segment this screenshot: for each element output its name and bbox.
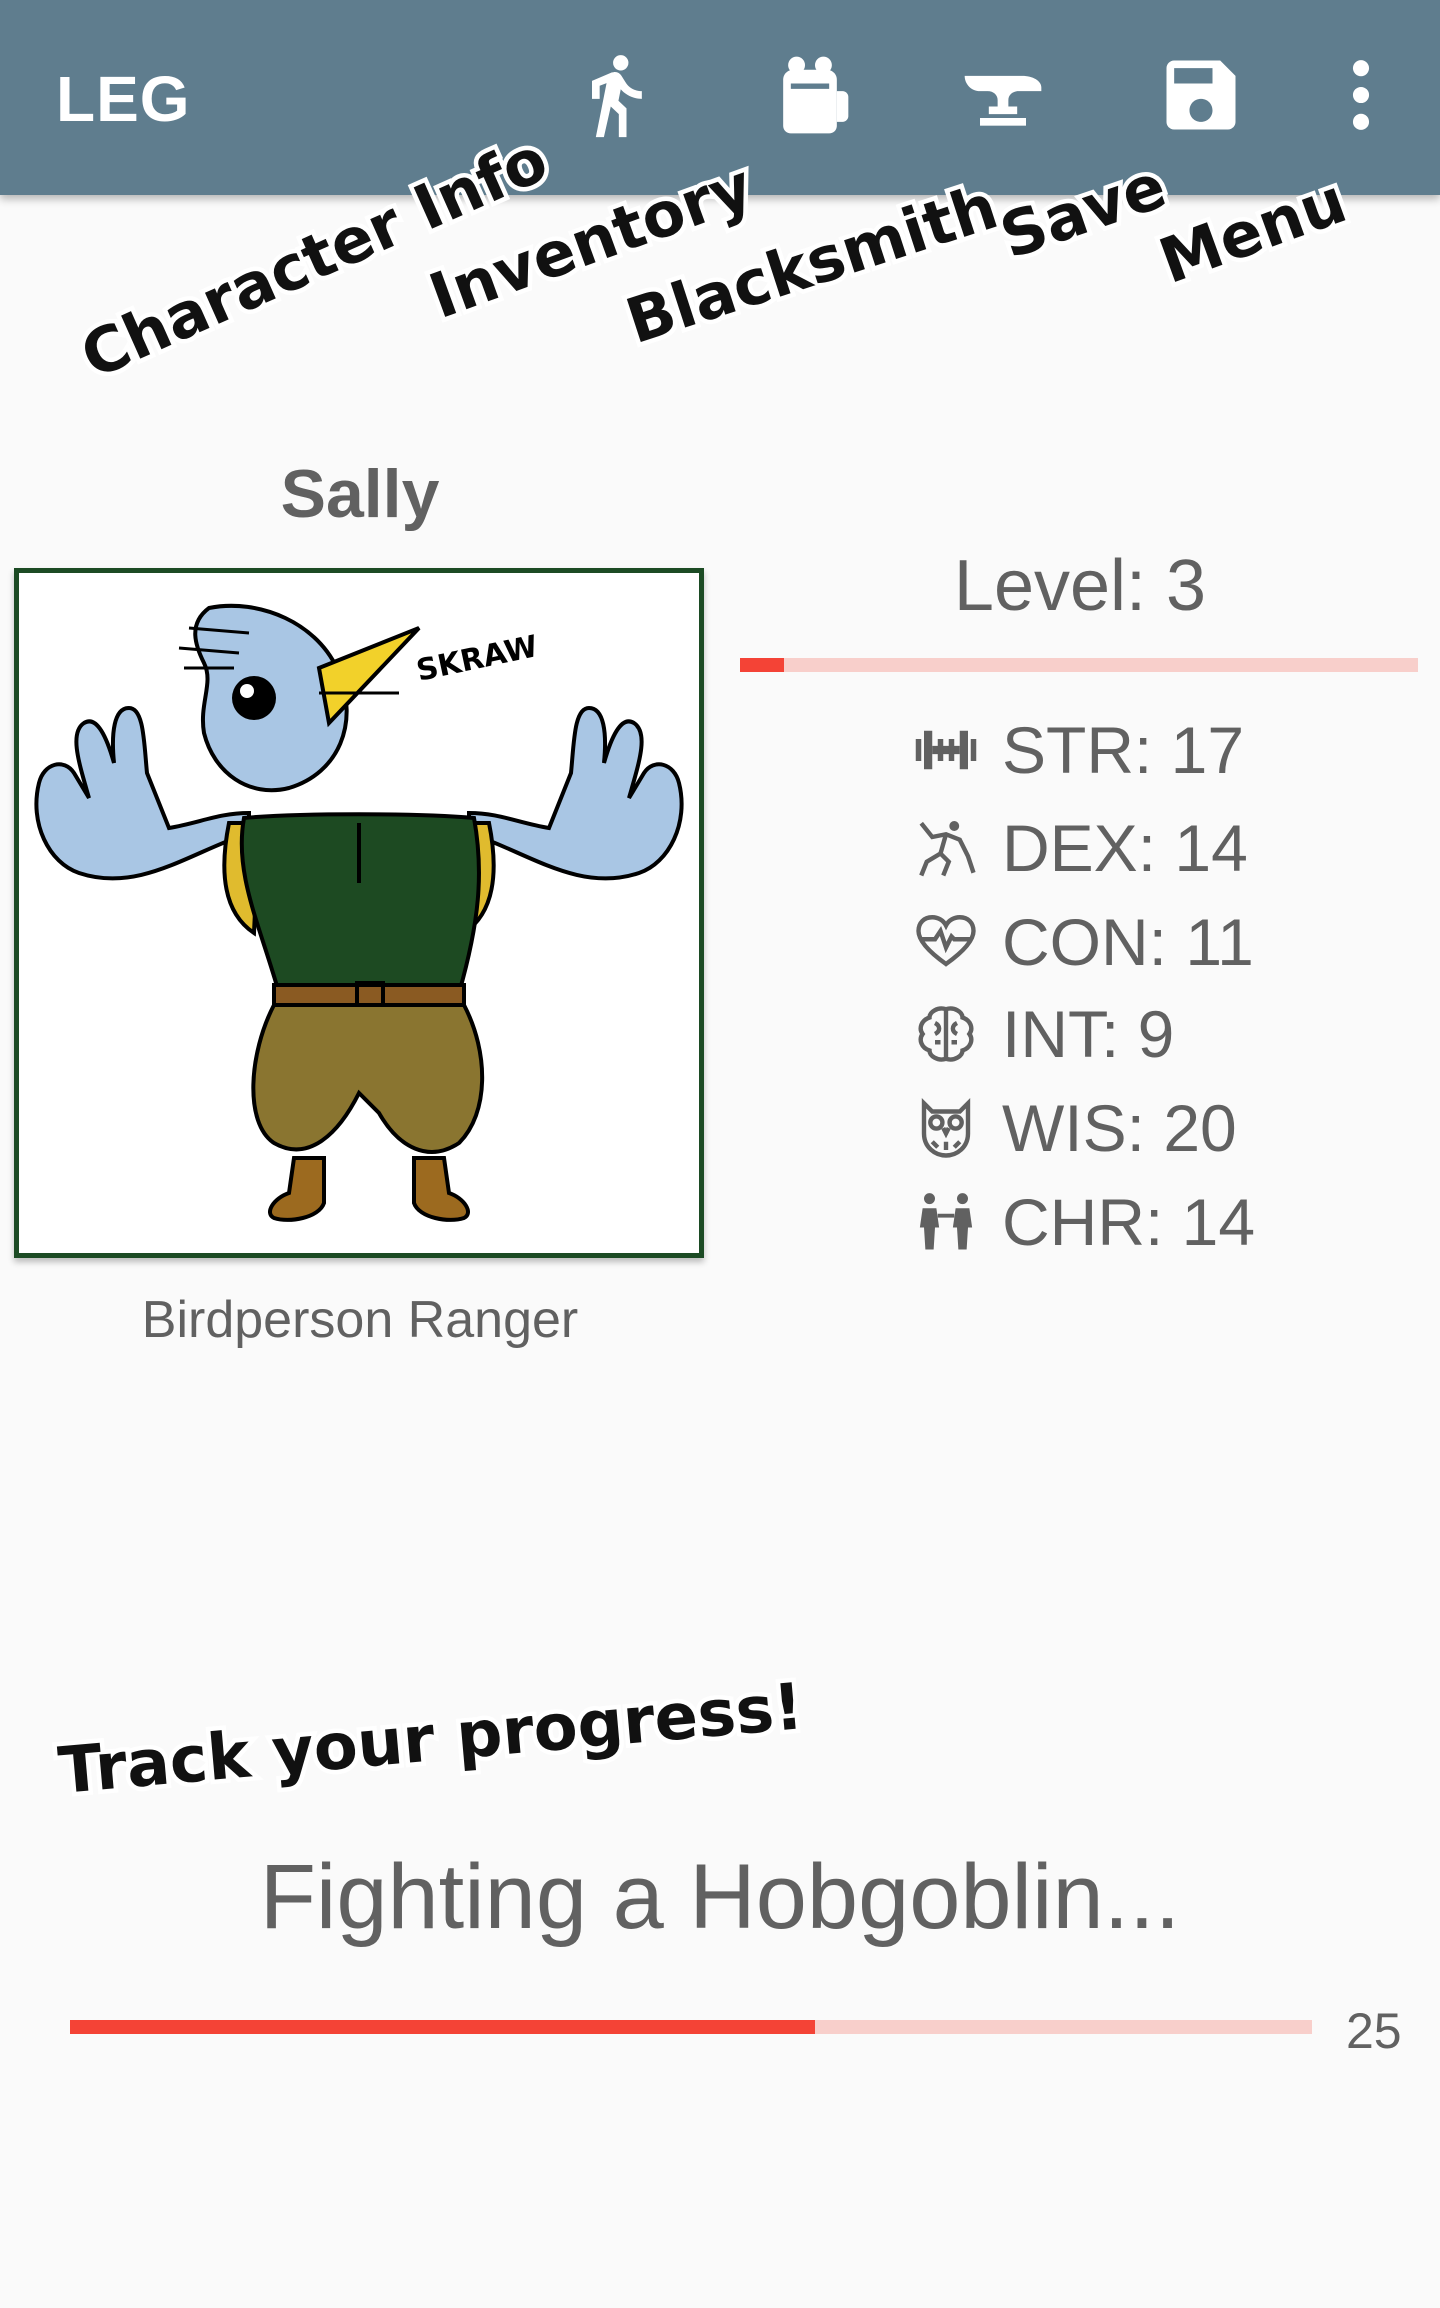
inventory-button[interactable] (755, 40, 865, 150)
stat-con: CON: 11 (910, 902, 1254, 982)
level-label: Level: 3 (953, 546, 1207, 626)
character-class: Birdperson Ranger (141, 1291, 579, 1349)
save-button[interactable] (1146, 40, 1256, 150)
stat-wis: WIS: 20 (910, 1088, 1237, 1168)
character-name: Sally (280, 456, 440, 532)
owl-icon (910, 1092, 982, 1164)
quest-status: Fighting a Hobgoblin... (259, 1846, 1181, 1948)
stat-int: INT: 9 (910, 994, 1174, 1074)
stat-wis-text: WIS: 20 (1002, 1091, 1237, 1165)
stat-dex-text: DEX: 14 (1002, 811, 1248, 885)
stat-con-text: CON: 11 (1002, 905, 1254, 979)
blacksmith-button[interactable] (948, 40, 1058, 150)
walking-person-icon (592, 55, 642, 138)
portrait-caption: SKRAW (413, 629, 541, 689)
stat-chr: CHR: 14 (910, 1182, 1255, 1262)
annotation-tagline: Track your progress! (51, 1666, 810, 1814)
overflow-menu-button[interactable] (1306, 40, 1416, 150)
birdperson-illustration: SKRAW (34, 603, 684, 1222)
quest-count: 25 (1346, 2003, 1402, 2059)
quest-progress-fill (70, 2020, 816, 2034)
brain-icon (910, 998, 982, 1070)
quest-progress-bar (70, 2020, 1312, 2034)
more-vert-icon (1352, 60, 1370, 130)
people-icon (910, 1186, 982, 1258)
backpack-icon (783, 56, 849, 134)
level-progress-bar (740, 658, 1418, 672)
stat-dex: DEX: 14 (910, 808, 1248, 888)
acrobat-icon (910, 812, 982, 884)
save-disk-icon (1166, 60, 1236, 130)
level-progress-fill (740, 658, 785, 672)
dumbbell-icon (910, 714, 982, 786)
app-title: LEG (56, 63, 191, 135)
heartbeat-icon (910, 906, 982, 978)
stat-str: STR: 17 (910, 710, 1244, 790)
anvil-icon (964, 75, 1042, 126)
character-info-button[interactable] (560, 40, 670, 150)
stat-str-text: STR: 17 (1002, 713, 1245, 787)
character-portrait: SKRAW (14, 568, 704, 1258)
stat-int-text: INT: 9 (1002, 997, 1175, 1071)
stat-chr-text: CHR: 14 (1002, 1185, 1256, 1259)
